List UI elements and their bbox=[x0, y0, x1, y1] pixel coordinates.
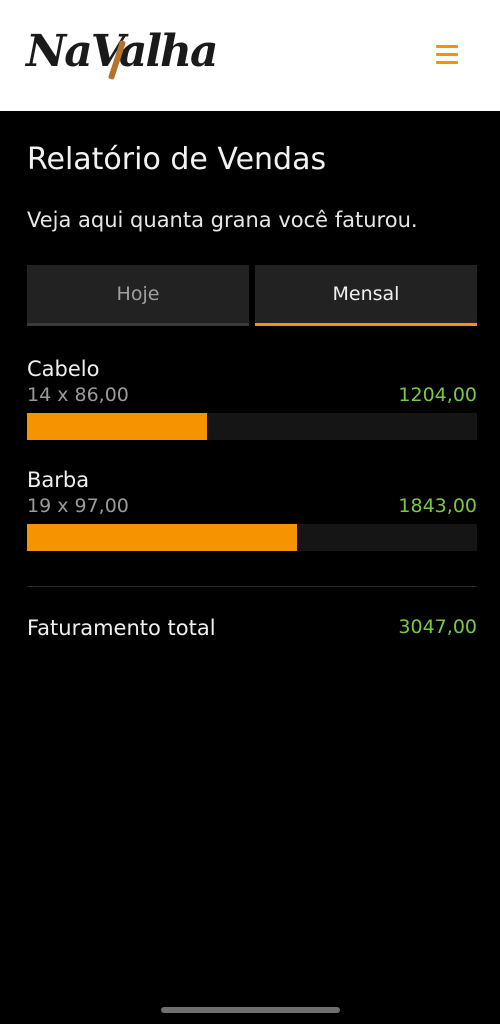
progress-track bbox=[27, 413, 477, 440]
menu-line bbox=[436, 53, 458, 56]
page-subtitle: Veja aqui quanta grana você faturou. bbox=[27, 208, 418, 232]
tab-hoje[interactable]: Hoje bbox=[27, 265, 249, 326]
item-name: Cabelo bbox=[27, 357, 100, 381]
app-header: NaValha bbox=[0, 0, 500, 111]
navalha-logo[interactable]: NaValha bbox=[26, 22, 219, 86]
menu-line bbox=[436, 45, 458, 48]
sales-item-cabelo: Cabelo 14 x 86,00 1204,00 bbox=[27, 357, 477, 441]
progress-track bbox=[27, 524, 477, 551]
total-label: Faturamento total bbox=[27, 616, 216, 640]
item-detail: 14 x 86,00 bbox=[27, 384, 129, 406]
divider bbox=[27, 586, 477, 587]
progress-fill bbox=[27, 524, 297, 551]
period-tabs: Hoje Mensal bbox=[27, 265, 477, 326]
hamburger-menu-icon[interactable] bbox=[434, 42, 462, 68]
sales-item-barba: Barba 19 x 97,00 1843,00 bbox=[27, 468, 477, 552]
item-value: 1204,00 bbox=[398, 384, 477, 406]
page-title: Relatório de Vendas bbox=[27, 142, 327, 177]
menu-line bbox=[436, 61, 458, 64]
home-indicator[interactable] bbox=[161, 1007, 340, 1013]
total-value: 3047,00 bbox=[398, 616, 477, 638]
item-name: Barba bbox=[27, 468, 90, 492]
tab-mensal[interactable]: Mensal bbox=[255, 265, 477, 326]
item-value: 1843,00 bbox=[398, 495, 477, 517]
progress-fill bbox=[27, 413, 207, 440]
item-detail: 19 x 97,00 bbox=[27, 495, 129, 517]
